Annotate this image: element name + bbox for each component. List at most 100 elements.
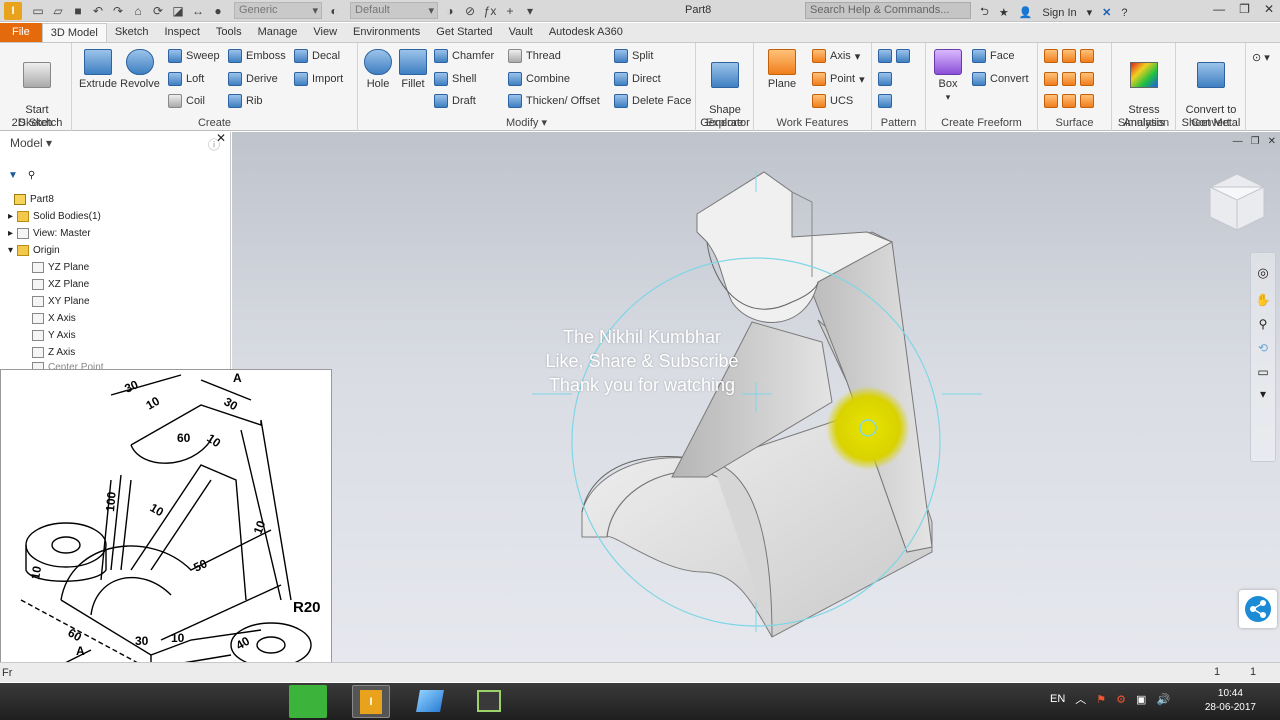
clock[interactable]: 10:44 28-06-2017 (1205, 687, 1256, 715)
full-nav-wheel-icon[interactable]: ◎ (1251, 265, 1275, 281)
language-indicator[interactable]: EN (1050, 693, 1065, 705)
import-button[interactable]: Import (294, 72, 343, 86)
surface-row-3[interactable] (1044, 94, 1094, 108)
box-button[interactable]: Box ▾ (930, 49, 966, 104)
emboss-button[interactable]: Emboss (228, 49, 286, 63)
nav-more-icon[interactable]: ▾ (1251, 387, 1275, 401)
viewcube[interactable] (1209, 173, 1265, 231)
redo-icon[interactable]: ↷ (110, 3, 126, 19)
sweep-button[interactable]: Sweep (168, 49, 220, 63)
circular-pattern-button[interactable] (878, 72, 892, 86)
shell-button[interactable]: Shell (434, 72, 476, 86)
inventor-app-icon[interactable]: I (4, 2, 22, 20)
ribbon-more-icon[interactable]: ⊙ ▾ (1252, 51, 1270, 64)
ucs-button[interactable]: UCS (812, 94, 853, 108)
revolve-button[interactable]: Revolve (120, 49, 160, 91)
formula-icon[interactable]: ƒx (482, 3, 498, 19)
tree-item-origin[interactable]: ▾ Origin (8, 245, 60, 256)
adjust-icon[interactable]: ◑ (442, 3, 458, 19)
tab-get-started[interactable]: Get Started (428, 23, 500, 42)
expand-icon[interactable]: ▸ (8, 211, 13, 222)
collapse-icon[interactable]: ▾ (8, 245, 13, 256)
tab-manage[interactable]: Manage (250, 23, 306, 42)
extrude-button[interactable]: Extrude (78, 49, 118, 91)
clear-icon[interactable]: ⊘ (462, 3, 478, 19)
tree-item-view[interactable]: ▸ View: Master (8, 228, 91, 239)
tree-item-solid-bodies[interactable]: ▸ Solid Bodies(1) (8, 211, 101, 222)
split-button[interactable]: Split (614, 49, 653, 63)
chamfer-button[interactable]: Chamfer (434, 49, 494, 63)
update-icon[interactable]: ⟳ (150, 3, 166, 19)
derive-button[interactable]: Derive (228, 72, 278, 86)
volume-icon[interactable]: 🔊 (1156, 693, 1170, 706)
delete-face-button[interactable]: Delete Face (614, 94, 691, 108)
exchange-icon[interactable]: ✕ (1102, 6, 1111, 19)
axis-button[interactable]: Axis ▾ (812, 49, 860, 63)
loft-button[interactable]: Loft (168, 72, 204, 86)
star-icon[interactable]: ★ (999, 6, 1009, 19)
home-icon[interactable]: ⌂ (130, 3, 146, 19)
taskbar-inventor[interactable]: I (352, 685, 390, 718)
tree-item-x-axis[interactable]: X Axis (32, 313, 76, 324)
zoom-icon[interactable]: ⚲ (1251, 317, 1275, 331)
color-icon[interactable]: ● (210, 3, 226, 19)
appearance-dropdown[interactable]: Default (350, 2, 438, 19)
orbit-icon[interactable]: ⟲ (1251, 341, 1275, 355)
close-button[interactable]: ✕ (1264, 2, 1274, 16)
draft-button[interactable]: Draft (434, 94, 476, 108)
face-button[interactable]: Face (972, 49, 1014, 63)
chevron-down-icon[interactable]: ▾ (1087, 6, 1093, 19)
tab-tools[interactable]: Tools (208, 23, 250, 42)
thread-button[interactable]: Thread (508, 49, 561, 63)
plane-button[interactable]: Plane (762, 49, 802, 91)
new-icon[interactable]: ▭ (30, 3, 46, 19)
undo-icon[interactable]: ↶ (90, 3, 106, 19)
point-button[interactable]: Point ▾ (812, 72, 865, 86)
pan-icon[interactable]: ✋ (1251, 293, 1275, 307)
taskbar-app-2[interactable] (411, 685, 449, 718)
sketch-pattern-button[interactable] (878, 94, 892, 108)
surface-row-2[interactable] (1044, 72, 1094, 86)
coil-button[interactable]: Coil (168, 94, 205, 108)
tab-vault[interactable]: Vault (501, 23, 541, 42)
find-icon[interactable]: ⚲ (28, 170, 35, 181)
tree-item-y-axis[interactable]: Y Axis (32, 330, 76, 341)
taskbar-app-3[interactable] (470, 685, 508, 718)
tab-file[interactable]: File (0, 23, 42, 42)
tree-item-yz-plane[interactable]: YZ Plane (32, 262, 89, 273)
tray-app-icon[interactable]: ▣ (1136, 693, 1146, 706)
search-arrow-icon[interactable]: ⮌ (980, 3, 989, 22)
expand-icon[interactable]: ▸ (8, 228, 13, 239)
combine-button[interactable]: Combine (508, 72, 570, 86)
convert-button[interactable]: Convert (972, 72, 1029, 86)
fillet-button[interactable]: Fillet (396, 49, 430, 91)
security-icon[interactable]: ⚙ (1116, 693, 1126, 706)
rib-button[interactable]: Rib (228, 94, 263, 108)
thicken-offset-button[interactable]: Thicken/ Offset (508, 94, 600, 108)
tray-chevron-icon[interactable]: ︿ (1075, 691, 1086, 707)
modify-panel-title[interactable]: Modify ▾ (358, 116, 695, 129)
direct-button[interactable]: Direct (614, 72, 661, 86)
tab-view[interactable]: View (305, 23, 345, 42)
hole-button[interactable]: Hole (362, 49, 394, 91)
browser-title[interactable]: Model ▾ (10, 136, 52, 150)
graphics-viewport[interactable]: — ❐ ✕ The Nikhil Kumbhar Like, Share & S… (232, 132, 1280, 662)
tab-inspect[interactable]: Inspect (156, 23, 207, 42)
qat-menu-icon[interactable]: ▾ (522, 3, 538, 19)
surface-row-1[interactable] (1044, 49, 1094, 63)
filter-icon[interactable]: ▼ (8, 170, 18, 181)
tab-environments[interactable]: Environments (345, 23, 428, 42)
tree-item-z-axis[interactable]: Z Axis (32, 347, 75, 358)
tab-3d-model[interactable]: 3D Model (41, 23, 107, 42)
restore-button[interactable]: ❐ (1239, 2, 1250, 16)
select-icon[interactable]: ◪ (170, 3, 186, 19)
rectangular-pattern-button[interactable] (878, 49, 910, 63)
decal-button[interactable]: Decal (294, 49, 340, 63)
network-icon[interactable]: ⚑ (1096, 693, 1106, 706)
minimize-button[interactable]: — (1213, 2, 1225, 16)
open-icon[interactable]: ▱ (50, 3, 66, 19)
look-at-icon[interactable]: ▭ (1251, 365, 1275, 379)
help-icon[interactable]: ? (1121, 7, 1127, 19)
tree-item-part[interactable]: Part8 (14, 194, 54, 205)
tab-sketch[interactable]: Sketch (107, 23, 157, 42)
